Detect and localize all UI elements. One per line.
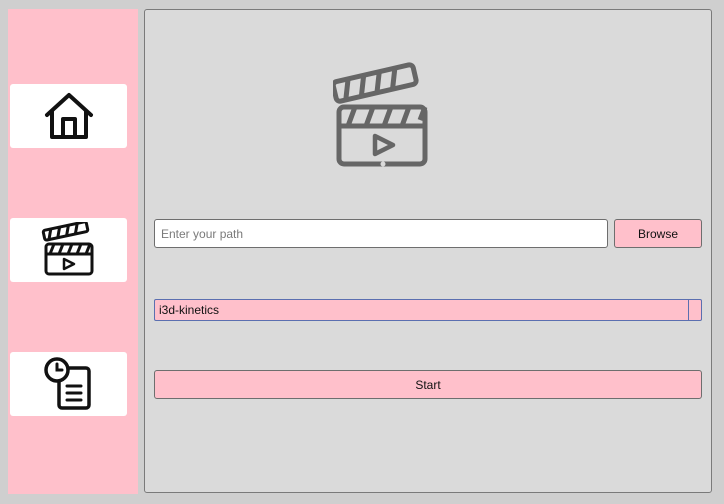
app-window: Browse i3d-kinetics Start	[0, 0, 724, 504]
history-document-icon	[43, 357, 91, 410]
browse-button[interactable]: Browse	[614, 219, 702, 248]
home-icon	[44, 93, 93, 139]
start-button[interactable]: Start	[154, 370, 702, 399]
clapperboard-icon	[41, 222, 93, 276]
sidebar	[8, 9, 138, 494]
clapperboard-icon	[333, 62, 428, 167]
sidebar-item-home[interactable]	[10, 84, 127, 148]
chevron-down-icon[interactable]	[688, 300, 701, 320]
model-select[interactable]: i3d-kinetics	[154, 299, 702, 321]
model-select-value: i3d-kinetics	[159, 303, 220, 317]
path-input[interactable]	[154, 219, 608, 248]
main-panel: Browse i3d-kinetics Start	[144, 9, 712, 493]
sidebar-item-history[interactable]	[10, 352, 127, 416]
sidebar-item-video[interactable]	[10, 218, 127, 282]
